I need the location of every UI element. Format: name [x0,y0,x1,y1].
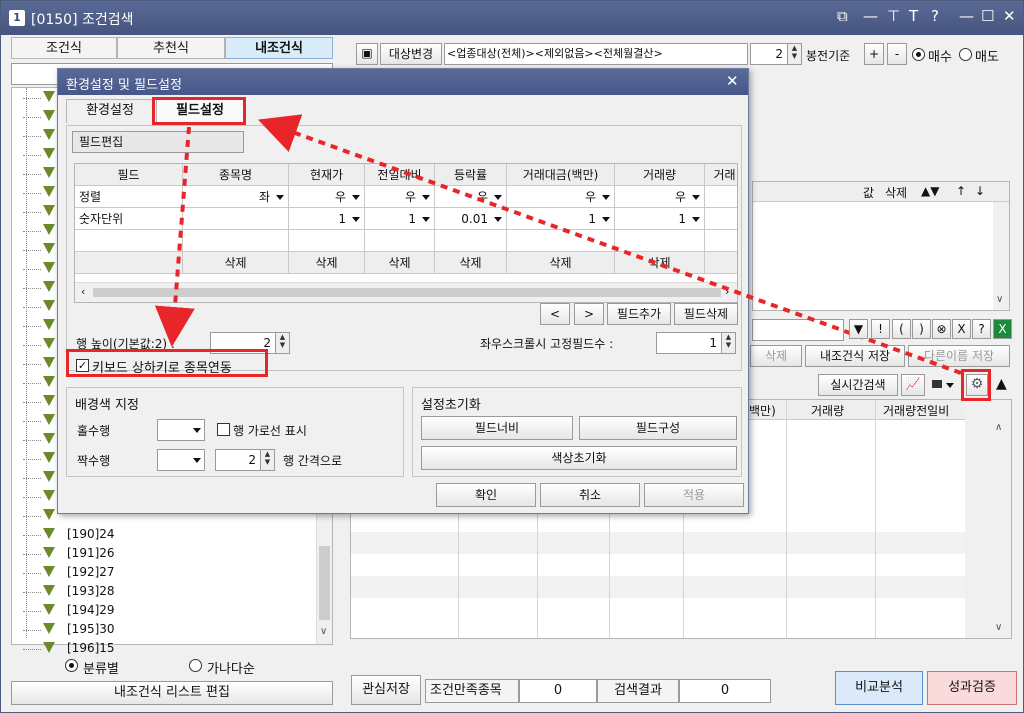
filter-icon [43,129,55,140]
tree-connector [23,459,41,460]
main-window: 1 [0150] 조건검색 ⧉ — ⊤ T ? — ☐ ✕ 조건식 추천식 내조… [0,0,1024,713]
filter-icon [43,604,55,615]
tree-connector [23,326,41,327]
filter-icon [43,148,55,159]
formula-button[interactable]: X [993,319,1012,339]
tree-connector [23,592,41,593]
formula-button[interactable]: ⊗ [932,319,951,339]
tree-item-label: [192]27 [67,565,115,579]
tree-connector [23,269,41,270]
tree-connector [23,630,41,631]
tree-connector [23,136,41,137]
tree-connector [23,193,41,194]
formula-button[interactable]: ! [871,319,890,339]
tree-connector [23,212,41,213]
tree-connector [23,611,41,612]
arrow-tab-to-checkbox [154,126,195,347]
tree-connector [23,649,41,650]
filter-icon [43,262,55,273]
filter-icon [43,433,55,444]
tree-item-label: [190]24 [67,527,115,541]
tree-connector [23,250,41,251]
tree-item-label: [194]29 [67,603,115,617]
tree-connector [23,478,41,479]
filter-icon [43,471,55,482]
tree-connector [23,440,41,441]
annotation-arrows [154,114,962,375]
tree-connector [23,307,41,308]
filter-icon [43,452,55,463]
tree-connector [23,117,41,118]
tree-connector [23,383,41,384]
tree-item-label: [195]30 [67,622,115,636]
tree-connector [23,573,41,574]
filter-icon [43,490,55,501]
filter-icon [43,414,55,425]
formula-button[interactable]: ▼ [849,319,868,339]
filter-icon [43,110,55,121]
tree-connector [23,345,41,346]
filter-icon [43,528,55,539]
filter-icon [43,91,55,102]
tree-connector [23,98,41,99]
filter-icon [43,338,55,349]
filter-icon [43,376,55,387]
tree-item-label: [196]15 [67,641,115,655]
tree-item-label: [191]26 [67,546,115,560]
tree-connector [23,155,41,156]
formula-button[interactable]: ) [912,319,931,339]
filter-icon [43,623,55,634]
filter-icon [43,566,55,577]
formula-button[interactable]: X [952,319,971,339]
filter-icon [43,224,55,235]
filter-icon [43,547,55,558]
tree-connector [23,497,41,498]
tree-connector [23,288,41,289]
formula-button[interactable]: ? [972,319,991,339]
filter-icon [43,205,55,216]
tree-connector [23,554,41,555]
tree-connector [23,516,41,517]
filter-icon [43,319,55,330]
filter-icon [43,186,55,197]
tree-connector [23,174,41,175]
formula-button[interactable]: ( [892,319,911,339]
filter-icon [43,357,55,368]
filter-icon [43,395,55,406]
filter-icon [43,509,55,520]
filter-icon [43,585,55,596]
filter-icon [43,642,55,653]
filter-icon [43,243,55,254]
tree-connector [23,535,41,536]
filter-icon [43,281,55,292]
filter-icon [43,300,55,311]
filter-icon [43,167,55,178]
tree-connector [23,231,41,232]
tree-connector [23,402,41,403]
tree-item-label: [193]28 [67,584,115,598]
tree-connector [23,364,41,365]
tree-connector [23,421,41,422]
